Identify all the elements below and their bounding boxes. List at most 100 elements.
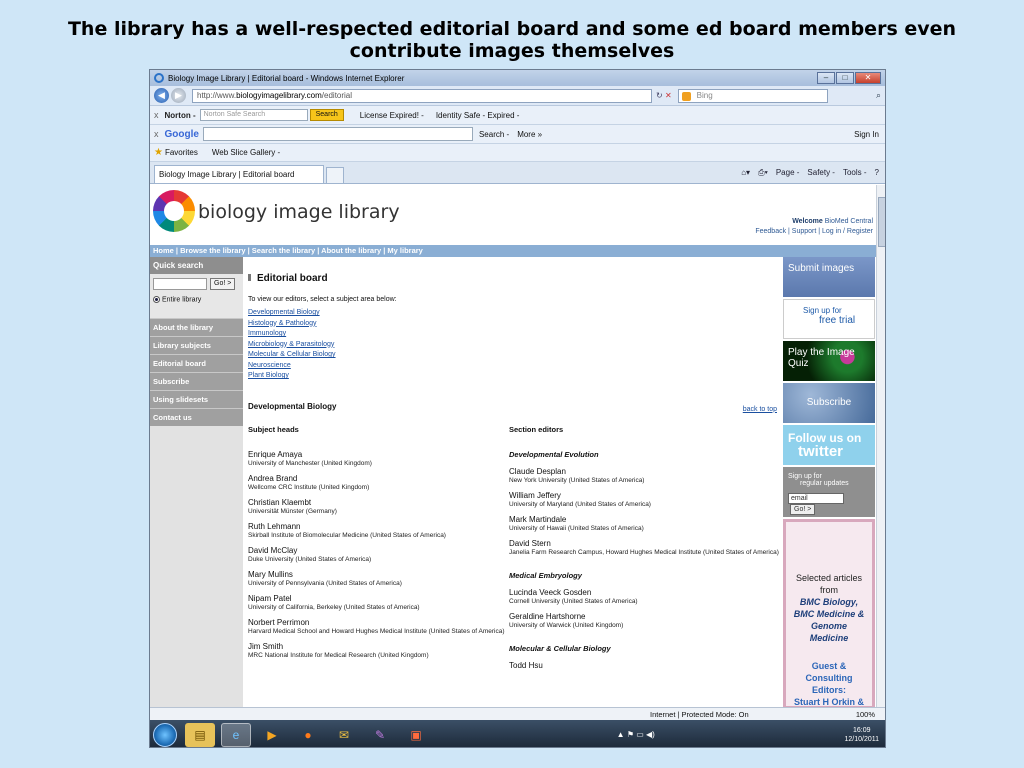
back-to-top-link[interactable]: back to top xyxy=(743,406,777,413)
site-title[interactable]: biology image library xyxy=(198,201,400,223)
intro-text: To view our editors, select a subject ar… xyxy=(248,296,397,303)
identity-menu[interactable]: Identity Safe - Expired - xyxy=(436,111,520,120)
refresh-icon[interactable]: ↻ xyxy=(656,91,663,100)
license-menu[interactable]: License Expired! - xyxy=(360,111,424,120)
google-search-input[interactable] xyxy=(202,127,473,141)
site-logo[interactable] xyxy=(153,190,195,232)
firefox-icon[interactable]: ● xyxy=(293,723,323,747)
nav-subscribe[interactable]: Subscribe xyxy=(150,372,243,390)
home-icon[interactable]: ⌂▾ xyxy=(741,168,750,178)
google-logo: Google xyxy=(164,128,199,140)
start-button[interactable] xyxy=(153,722,177,747)
subscribe-banner[interactable]: Subscribe xyxy=(783,383,875,423)
person-name: Ruth Lehmann xyxy=(248,521,301,531)
outlook-icon[interactable]: ✉ xyxy=(329,723,359,747)
tray-icons[interactable]: ▲ ⚑ ▭ ◀) xyxy=(617,730,655,739)
zoom-level[interactable]: 100% xyxy=(856,710,875,719)
minimize-button[interactable]: – xyxy=(817,72,835,84)
clock[interactable]: 16:09 12/10/2011 xyxy=(844,726,879,744)
entire-library-label: Entire library xyxy=(162,296,202,304)
stop-icon[interactable]: ✕ xyxy=(665,91,672,100)
twitter-banner[interactable]: Follow us on twitter xyxy=(783,425,875,465)
url-path: /editorial xyxy=(321,91,353,100)
subject-link[interactable]: Developmental Biology xyxy=(248,308,781,319)
web-slice-gallery[interactable]: Web Slice Gallery - xyxy=(212,148,280,157)
bing-search-input[interactable]: Bing xyxy=(677,88,828,103)
google-more-menu[interactable]: More » xyxy=(517,130,542,139)
norton-search-button[interactable]: Search xyxy=(309,109,344,121)
quick-search-input[interactable] xyxy=(153,278,207,290)
nav-contact[interactable]: Contact us xyxy=(150,408,243,426)
tab-title: Biology Image Library | Editorial board xyxy=(159,170,295,179)
scrollbar-thumb[interactable] xyxy=(878,197,885,247)
guest-editors-names: Stuart H Orkin & Arthur D Lander xyxy=(793,697,864,707)
tools-menu[interactable]: Tools - xyxy=(843,168,867,178)
twitter-logo-text: twitter xyxy=(798,443,843,460)
explorer-icon[interactable]: ▤ xyxy=(185,722,215,747)
favorites-star-icon: ★ xyxy=(154,147,163,158)
tab-editorial-board[interactable]: Biology Image Library | Editorial board xyxy=(154,165,324,183)
email-input[interactable]: email xyxy=(788,493,844,504)
subject-heads-heading: Subject heads xyxy=(248,424,299,434)
favorites-button[interactable]: Favorites xyxy=(165,148,198,157)
person-name: Claude Desplan xyxy=(509,466,566,476)
google-search-button[interactable]: Search - xyxy=(479,130,509,139)
person-entry: Ruth Lehmann Skirball Institute of Biomol… xyxy=(248,522,509,540)
subject-link[interactable]: Molecular & Cellular Biology xyxy=(248,350,781,361)
left-sidebar: Quick search Go! > Entire library About … xyxy=(150,257,243,707)
nav-about[interactable]: About the library xyxy=(150,318,243,336)
maximize-button[interactable]: □ xyxy=(836,72,854,84)
close-button[interactable]: ✕ xyxy=(855,72,881,84)
help-icon[interactable]: ? xyxy=(875,168,879,178)
safety-menu[interactable]: Safety - xyxy=(807,168,835,178)
top-links[interactable]: Feedback | Support | Log in / Register xyxy=(755,227,873,237)
site-nav[interactable]: Home | Browse the library | Search the l… xyxy=(150,245,876,257)
internet-explorer-icon[interactable]: e xyxy=(221,722,251,747)
image-quiz-banner[interactable]: Play the Image Quiz xyxy=(783,341,875,381)
quick-search-go-button[interactable]: Go! > xyxy=(210,278,236,290)
submit-images-banner[interactable]: Submit images xyxy=(783,257,875,297)
new-tab-button[interactable] xyxy=(326,167,344,183)
media-player-icon[interactable]: ▶ xyxy=(257,723,287,747)
subject-link[interactable]: Neuroscience xyxy=(248,361,781,372)
subject-link[interactable]: Histology & Pathology xyxy=(248,319,781,330)
vertical-scrollbar[interactable] xyxy=(876,185,885,707)
back-button[interactable]: ◀ xyxy=(154,88,169,103)
site-header: biology image library Welcome BioMed Cen… xyxy=(150,185,876,245)
person-name: Christian Klaembt xyxy=(248,497,312,507)
address-field[interactable]: http://www. biologyimagelibrary.com/edito… xyxy=(192,88,652,103)
close-toolbar-icon[interactable]: x xyxy=(154,110,159,120)
updates-signup: Sign up for regular updates emailGo! > xyxy=(783,467,875,517)
print-icon[interactable]: ⎙▾ xyxy=(758,168,768,178)
norton-search-input[interactable]: Norton Safe Search xyxy=(199,109,308,121)
selected-articles-banner[interactable]: Selected articles from BMC Biology, BMC … xyxy=(783,519,875,707)
google-toolbar: x Google Search - More » Sign In xyxy=(150,125,885,144)
nav-editorial-board[interactable]: Editorial board xyxy=(150,354,243,372)
google-signin[interactable]: Sign In xyxy=(854,130,879,139)
person-affiliation: MRC National Institute for Medical Resea… xyxy=(248,651,429,659)
subject-heads-list: Enrique Amaya University of Manchester (U… xyxy=(248,450,509,660)
person-name: Geraldine Hartshorne xyxy=(509,611,586,621)
norton-menu[interactable]: Norton - xyxy=(165,111,196,120)
clock-date: 12/10/2011 xyxy=(844,735,879,743)
free-trial-banner[interactable]: Sign up for free trial xyxy=(783,299,875,339)
person-affiliation: Wellcome CRC Institute (United Kingdom) xyxy=(248,483,370,491)
subject-link[interactable]: Microbiology & Parasitology xyxy=(248,340,781,351)
powerpoint-icon[interactable]: ▣ xyxy=(401,723,431,747)
search-icon[interactable]: ⌕ xyxy=(876,90,881,101)
subject-link[interactable]: Immunology xyxy=(248,329,781,340)
security-zone[interactable]: Internet | Protected Mode: On xyxy=(650,710,749,719)
main-content: Editorial board To view our editors, sel… xyxy=(248,257,781,707)
close-google-toolbar-icon[interactable]: x xyxy=(154,129,159,139)
selected-articles-text: Selected articles from xyxy=(795,573,863,595)
email-go-button[interactable]: Go! > xyxy=(790,504,816,515)
journals-text: BMC Biology, BMC Medicine & Genome Medic… xyxy=(793,597,865,643)
nav-library-subjects[interactable]: Library subjects xyxy=(150,336,243,354)
entire-library-radio[interactable] xyxy=(153,296,160,303)
page-menu[interactable]: Page - xyxy=(776,168,800,178)
forward-button[interactable]: ▶ xyxy=(171,88,186,103)
nav-using-slidesets[interactable]: Using slidesets xyxy=(150,390,243,408)
person-affiliation: University of Warwick (United Kingdom) xyxy=(509,621,624,629)
subject-link[interactable]: Plant Biology xyxy=(248,371,781,382)
onenote-icon[interactable]: ✎ xyxy=(365,723,395,747)
